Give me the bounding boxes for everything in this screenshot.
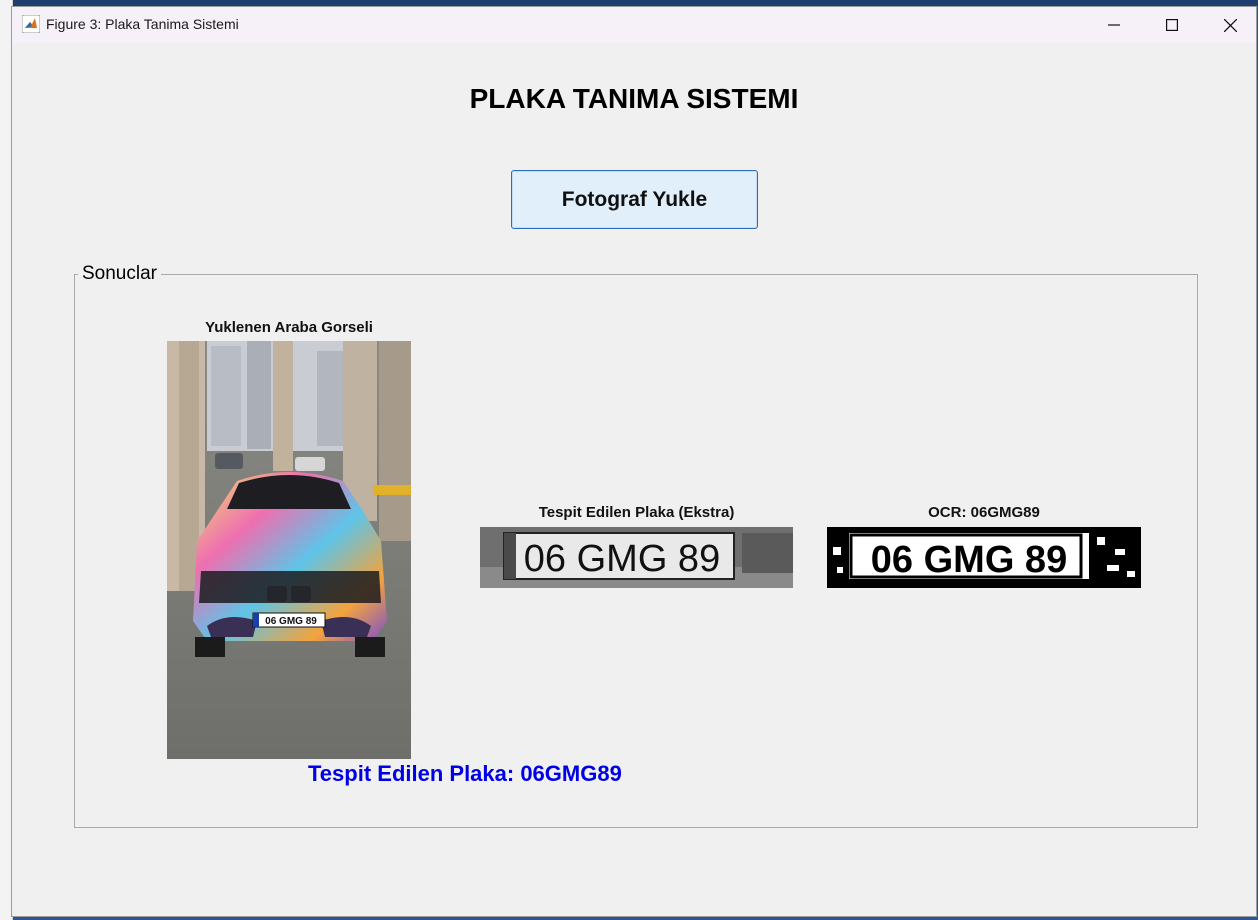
detected-plate-image: 06 GMG 89 (480, 527, 793, 588)
page-title: PLAKA TANIMA SISTEMI (469, 83, 799, 114)
close-button[interactable] (1201, 7, 1258, 43)
minimize-icon (1108, 24, 1120, 26)
plate-crop-text: 06 GMG 89 (524, 538, 720, 580)
window-title: Figure 3: Plaka Tanima Sistemi (46, 16, 239, 32)
title-bar[interactable]: Figure 3: Plaka Tanima Sistemi (12, 7, 1256, 43)
ocr-caption: OCR: 06GMG89 (928, 504, 1040, 521)
figure-window: Figure 3: Plaka Tanima Sistemi PLAKA TAN… (11, 6, 1257, 917)
results-panel-title: Sonuclar (78, 263, 161, 285)
ocr-binary-text: 06 GMG 89 (871, 539, 1067, 581)
detected-plate-result: Tespit Edilen Plaka: 06GMG89 (308, 761, 622, 786)
ocr-binary-image: 06 GMG 89 (827, 527, 1141, 588)
car-image-caption: Yuklenen Araba Gorseli (205, 319, 373, 336)
plate-image-caption: Tespit Edilen Plaka (Ekstra) (538, 504, 735, 521)
matlab-icon (22, 15, 40, 33)
uploaded-car-image: 06 GMG 89 (167, 341, 411, 759)
maximize-button[interactable] (1143, 7, 1201, 43)
close-icon (1223, 18, 1237, 32)
car-plate-text: 06 GMG 89 (265, 616, 317, 627)
maximize-icon (1166, 19, 1178, 31)
minimize-button[interactable] (1085, 7, 1143, 43)
upload-photo-button[interactable]: Fotograf Yukle (511, 170, 758, 229)
